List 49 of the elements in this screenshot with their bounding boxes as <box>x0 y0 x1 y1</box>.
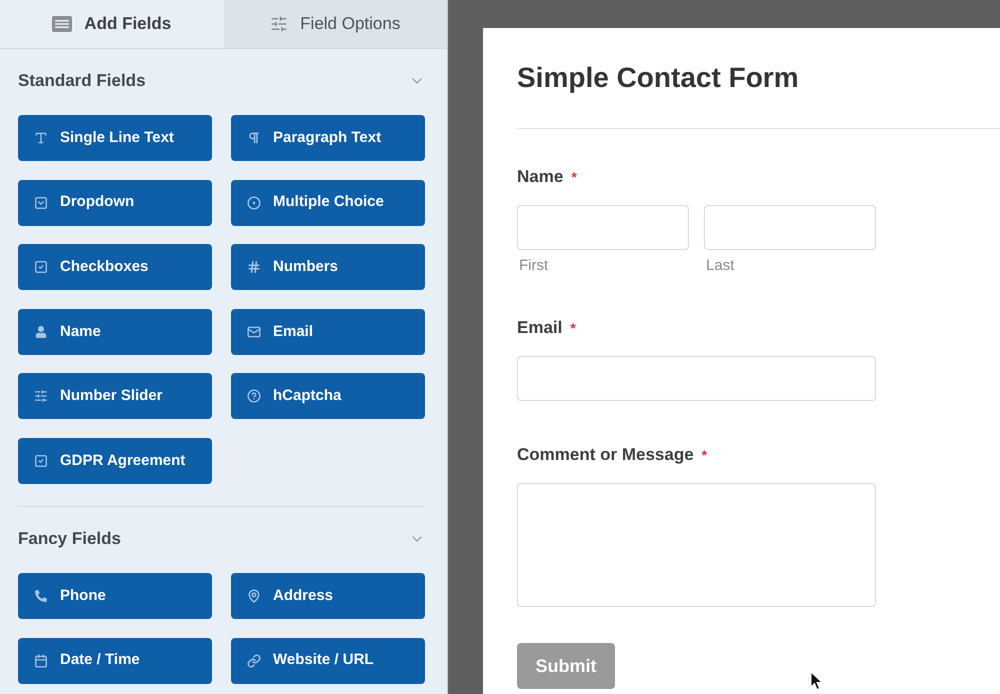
sublabel: First <box>518 258 550 274</box>
checkbox-icon <box>34 454 48 468</box>
input-field[interactable] <box>517 205 689 250</box>
tab[interactable]: Field Options <box>224 0 447 48</box>
add-field-button[interactable]: Numbers <box>231 244 425 290</box>
add-field-button[interactable]: Number Slider <box>18 373 212 420</box>
required-mark: * <box>702 446 708 464</box>
add-field-button[interactable]: Website / URL <box>231 638 425 684</box>
hash-icon <box>247 260 261 274</box>
pilcrow-icon <box>247 131 261 145</box>
envelope-icon <box>247 324 261 339</box>
add-field-button[interactable]: Paragraph Text <box>231 115 425 161</box>
field-label: Name <box>517 166 564 188</box>
add-field-button[interactable]: hCaptcha <box>231 373 425 420</box>
add-field-button[interactable]: Email <box>231 308 425 355</box>
calendar-icon <box>34 654 48 668</box>
input-field[interactable] <box>517 356 876 401</box>
section-title: Fancy Fields <box>18 528 121 550</box>
add-field-button[interactable]: Checkboxes <box>18 244 212 290</box>
add-field-button[interactable]: Date / Time <box>18 638 212 684</box>
form-title: Simple Contact Form <box>517 61 799 95</box>
checkbox-icon <box>34 260 48 274</box>
section-title: Standard Fields <box>18 70 146 92</box>
map-pin-icon <box>247 588 261 603</box>
text-icon <box>34 131 48 145</box>
radio-icon <box>247 196 261 210</box>
add-field-button[interactable]: Multiple Choice <box>231 180 425 226</box>
sublabel: Last <box>705 258 736 274</box>
field-label: Comment or Message <box>517 444 694 466</box>
add-field-button[interactable]: GDPR Agreement <box>18 438 212 484</box>
add-field-button[interactable]: Name <box>18 308 212 355</box>
input-field[interactable] <box>704 205 876 250</box>
link-icon <box>247 654 261 668</box>
phone-icon <box>35 590 47 602</box>
panel-icon <box>52 16 72 32</box>
textarea-field[interactable] <box>517 483 876 607</box>
sliders-icon <box>34 389 48 404</box>
question-icon <box>247 389 261 404</box>
required-mark: * <box>570 318 576 338</box>
add-field-button[interactable]: Single Line Text <box>18 115 212 161</box>
dropdown-icon <box>34 196 48 210</box>
add-field-button[interactable]: Address <box>231 572 425 619</box>
field-label: Email <box>517 317 562 340</box>
add-field-button[interactable]: Phone <box>18 572 212 619</box>
user-icon <box>35 326 47 338</box>
required-mark: * <box>571 168 577 186</box>
add-field-button[interactable]: Dropdown <box>18 180 212 226</box>
mouse-cursor-icon <box>810 671 823 691</box>
sliders-icon <box>270 15 288 33</box>
